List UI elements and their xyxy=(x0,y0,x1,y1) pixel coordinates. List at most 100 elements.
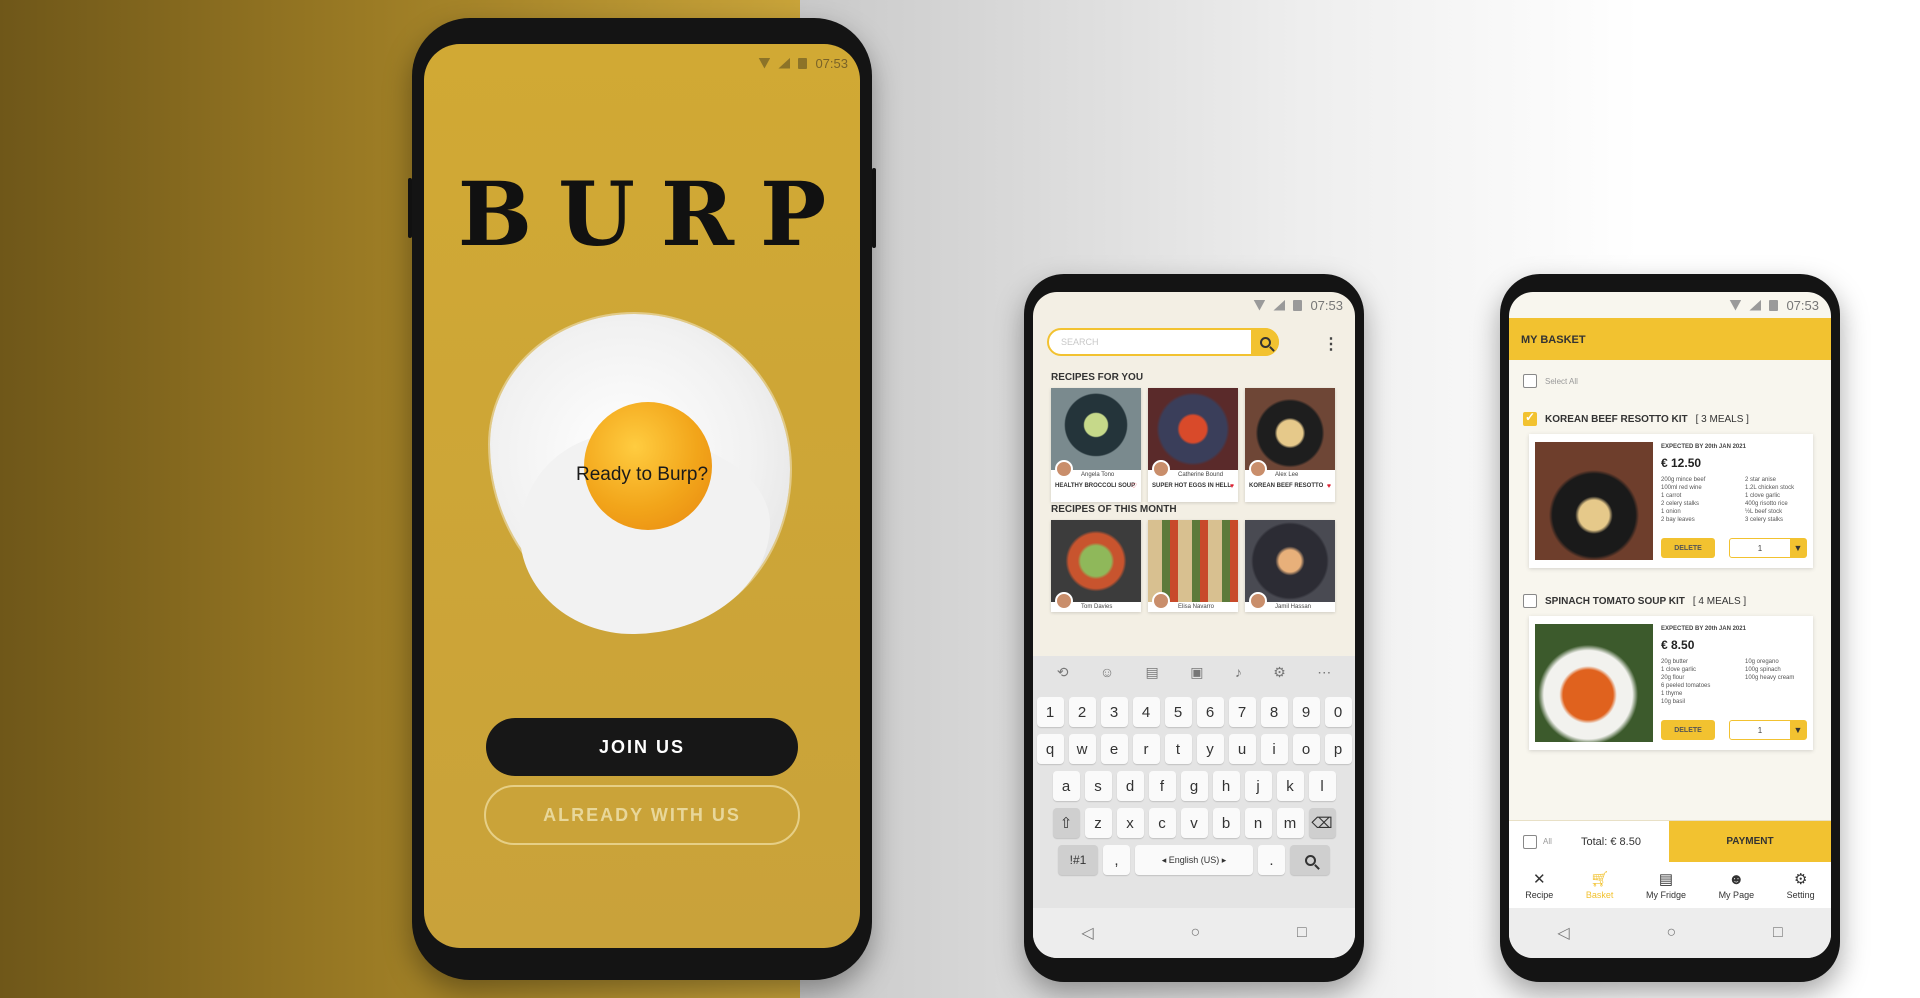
select-all-checkbox[interactable] xyxy=(1523,374,1537,388)
key[interactable]: t xyxy=(1164,734,1192,764)
kit-price: € 12.50 xyxy=(1661,456,1702,470)
recipe-card[interactable]: Catherine Bound SUPER HOT EGGS IN HELL ♥ xyxy=(1148,388,1238,502)
key[interactable]: 6 xyxy=(1196,697,1224,727)
period-key[interactable]: . xyxy=(1258,845,1285,875)
more-menu-icon[interactable]: ⋮ xyxy=(1323,334,1339,354)
recipe-card[interactable]: Alex Lee KOREAN BEEF RESOTTO ♥ xyxy=(1245,388,1335,502)
key[interactable]: s xyxy=(1084,771,1112,801)
search-button[interactable] xyxy=(1251,328,1279,356)
more-icon[interactable]: ⋯ xyxy=(1317,664,1331,682)
search-input[interactable]: SEARCH xyxy=(1047,328,1279,356)
backspace-key[interactable]: ⌫ xyxy=(1308,808,1336,838)
already-with-us-button[interactable]: ALREADY WITH US xyxy=(484,785,800,845)
key[interactable]: z xyxy=(1084,808,1112,838)
tab-my-fridge[interactable]: ▤ My Fridge xyxy=(1646,872,1686,901)
key[interactable]: 9 xyxy=(1292,697,1320,727)
key[interactable]: n xyxy=(1244,808,1272,838)
gif-icon[interactable]: ▣ xyxy=(1190,664,1203,682)
tab-recipe[interactable]: ✕ Recipe xyxy=(1525,872,1553,901)
key[interactable]: p xyxy=(1324,734,1352,764)
key[interactable]: y xyxy=(1196,734,1224,764)
heart-icon[interactable]: ♡ xyxy=(1131,482,1137,490)
recipe-card[interactable]: Tom Davies xyxy=(1051,520,1141,612)
quantity-select[interactable]: 1 ▼ xyxy=(1729,538,1807,558)
key[interactable]: v xyxy=(1180,808,1208,838)
bottom-tab-bar: ✕ Recipe 🛒︎ Basket ▤ My Fridge ☻ My Page… xyxy=(1509,862,1831,910)
kit-meals: [ 3 MEALS ] xyxy=(1695,413,1749,425)
key[interactable]: g xyxy=(1180,771,1208,801)
tab-setting[interactable]: ⚙ Setting xyxy=(1787,872,1815,901)
select-all-bottom[interactable]: All xyxy=(1509,834,1581,849)
recipes-for-you-row: Angela Tono HEALTHY BROCCOLI SOUP ♡ Cath… xyxy=(1051,388,1335,502)
delete-button[interactable]: DELETE xyxy=(1661,720,1715,740)
avatar xyxy=(1152,460,1170,478)
shift-key[interactable]: ⇧ xyxy=(1052,808,1080,838)
heart-icon[interactable]: ♥ xyxy=(1327,483,1331,490)
payment-button[interactable]: PAYMENT xyxy=(1669,820,1831,863)
tab-basket[interactable]: 🛒︎ Basket xyxy=(1586,872,1614,901)
key[interactable]: 0 xyxy=(1324,697,1352,727)
ingredient: 2 bay leaves xyxy=(1661,517,1695,523)
key[interactable]: q xyxy=(1036,734,1064,764)
key[interactable]: j xyxy=(1244,771,1272,801)
key[interactable]: u xyxy=(1228,734,1256,764)
quantity-select[interactable]: 1 ▼ xyxy=(1729,720,1807,740)
delete-button[interactable]: DELETE xyxy=(1661,538,1715,558)
home-icon[interactable]: ○ xyxy=(1190,924,1200,942)
kit-checkbox[interactable] xyxy=(1523,410,1537,426)
recipe-card[interactable]: Angela Tono HEALTHY BROCCOLI SOUP ♡ xyxy=(1051,388,1141,502)
back-icon[interactable]: ◁ xyxy=(1557,923,1569,943)
key[interactable]: a xyxy=(1052,771,1080,801)
ingredient: 1 clove garlic xyxy=(1661,667,1697,673)
key[interactable]: f xyxy=(1148,771,1176,801)
recents-icon[interactable]: □ xyxy=(1297,924,1307,942)
kit-header: SPINACH TOMATO SOUP KIT [ 4 MEALS ] xyxy=(1523,594,1746,608)
recipe-card[interactable]: Jamil Hassan xyxy=(1245,520,1335,612)
key[interactable]: b xyxy=(1212,808,1240,838)
microphone-icon[interactable]: ♪ xyxy=(1235,664,1242,682)
symbols-key[interactable]: !#1 xyxy=(1058,845,1098,875)
key[interactable]: e xyxy=(1100,734,1128,764)
key[interactable]: 8 xyxy=(1260,697,1288,727)
join-us-button[interactable]: JOIN US xyxy=(486,718,798,776)
key[interactable]: 5 xyxy=(1164,697,1192,727)
key[interactable]: 4 xyxy=(1132,697,1160,727)
key[interactable]: h xyxy=(1212,771,1240,801)
key[interactable]: r xyxy=(1132,734,1160,764)
ingredient: 400g risotto rice xyxy=(1745,501,1788,507)
key[interactable]: w xyxy=(1068,734,1096,764)
comma-key[interactable]: , xyxy=(1103,845,1130,875)
key[interactable]: c xyxy=(1148,808,1176,838)
recipe-card[interactable]: Elisa Navarro xyxy=(1148,520,1238,612)
all-checkbox[interactable] xyxy=(1523,834,1537,849)
key[interactable]: d xyxy=(1116,771,1144,801)
emoji-icon[interactable]: ☺ xyxy=(1100,664,1114,682)
gear-icon[interactable]: ⚙ xyxy=(1273,664,1286,682)
translate-icon[interactable]: ⟲ xyxy=(1057,664,1069,682)
search-key[interactable] xyxy=(1290,845,1330,875)
key[interactable]: m xyxy=(1276,808,1304,838)
browse-screen: 07:53 SEARCH ⋮ RECIPES FOR YOU Angela To… xyxy=(1033,292,1355,958)
key[interactable]: l xyxy=(1308,771,1336,801)
key[interactable]: 2 xyxy=(1068,697,1096,727)
key[interactable]: k xyxy=(1276,771,1304,801)
tab-my-page[interactable]: ☻ My Page xyxy=(1719,872,1755,901)
heart-icon[interactable]: ♥ xyxy=(1230,483,1234,490)
key[interactable]: 7 xyxy=(1228,697,1256,727)
key[interactable]: 1 xyxy=(1036,697,1064,727)
space-key[interactable]: ◂ English (US) ▸ xyxy=(1135,845,1253,875)
key[interactable]: 3 xyxy=(1100,697,1128,727)
sticker-icon[interactable]: ▤ xyxy=(1146,664,1159,682)
kit-checkbox[interactable] xyxy=(1523,594,1537,608)
recents-icon[interactable]: □ xyxy=(1773,924,1783,942)
key[interactable]: o xyxy=(1292,734,1320,764)
kit-card: EXPECTED BY 20th JAN 2021 € 8.50 20g but… xyxy=(1529,616,1813,750)
select-all-row[interactable]: Select All xyxy=(1523,374,1578,388)
chevron-down-icon[interactable]: ▼ xyxy=(1790,721,1806,739)
chevron-down-icon[interactable]: ▼ xyxy=(1790,539,1806,557)
key[interactable]: i xyxy=(1260,734,1288,764)
key[interactable]: x xyxy=(1116,808,1144,838)
back-icon[interactable]: ◁ xyxy=(1081,923,1093,943)
home-icon[interactable]: ○ xyxy=(1666,924,1676,942)
ingredient: 1 carrot xyxy=(1661,493,1682,499)
